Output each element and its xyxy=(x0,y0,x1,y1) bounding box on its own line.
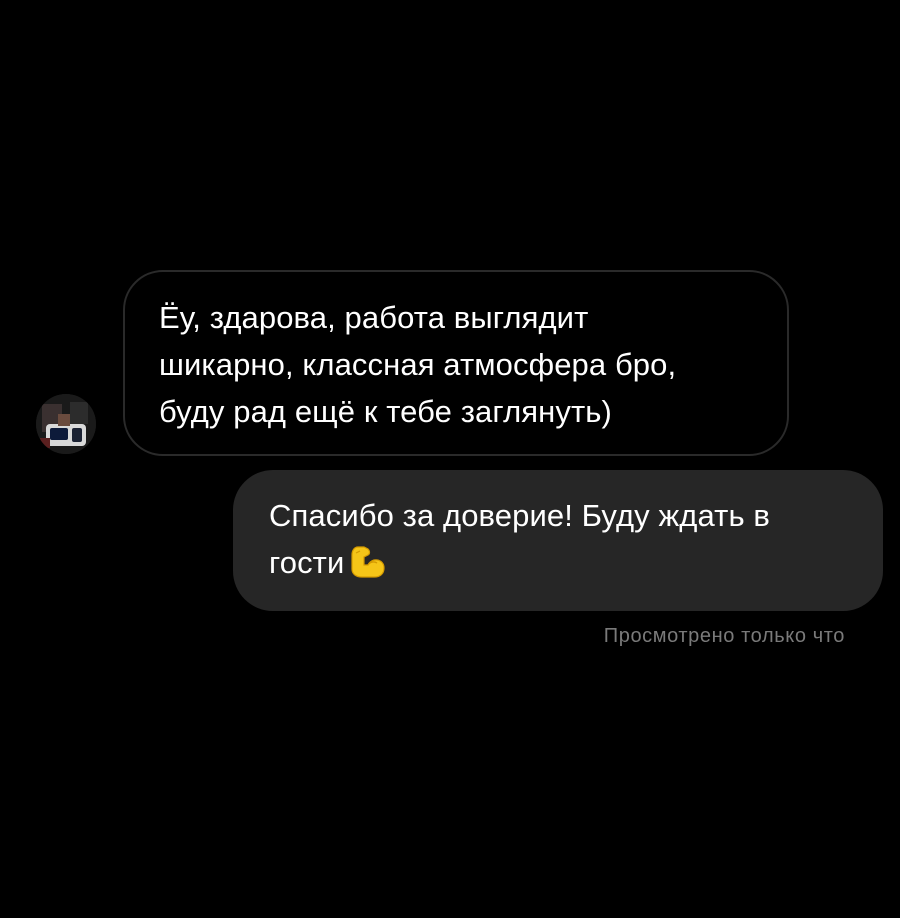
seen-status: Просмотрено только что xyxy=(603,625,845,647)
avatar[interactable] xyxy=(36,394,96,454)
avatar-photo-icon xyxy=(36,394,96,454)
outgoing-message-bubble[interactable]: Спасибо за доверие! Буду ждать в гости xyxy=(233,470,883,611)
flexed-biceps-icon xyxy=(346,543,386,592)
outgoing-message-label: Спасибо за доверие! Буду ждать в гости xyxy=(269,498,770,580)
chat-thread: Ёу, здарова, работа выглядит шикарно, кл… xyxy=(0,0,900,918)
outgoing-message-text: Спасибо за доверие! Буду ждать в гости xyxy=(269,492,853,592)
incoming-message-bubble[interactable]: Ёу, здарова, работа выглядит шикарно, кл… xyxy=(123,270,789,456)
incoming-message-text: Ёу, здарова, работа выглядит шикарно, кл… xyxy=(159,300,677,429)
